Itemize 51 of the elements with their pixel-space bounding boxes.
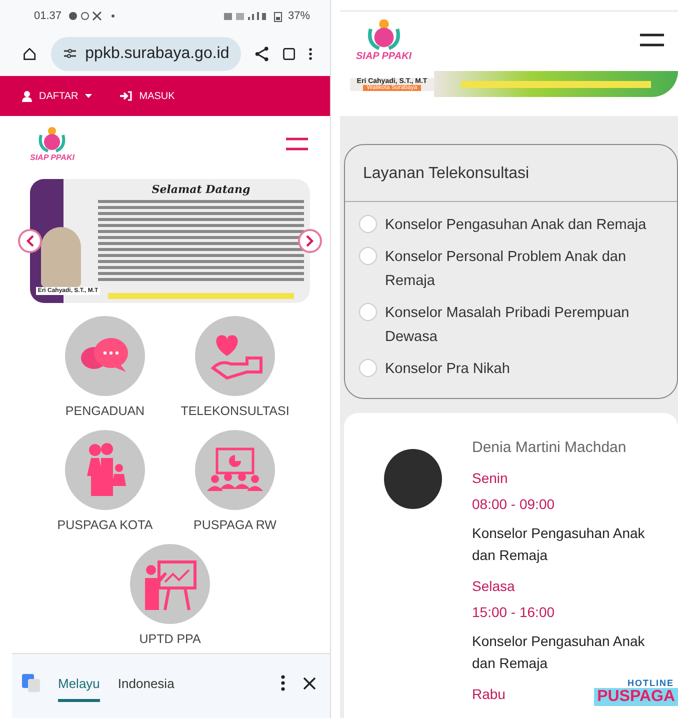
schedule-service: Konselor Pengasuhan Anak dan Remaja xyxy=(472,632,646,673)
signal-icon xyxy=(224,11,268,21)
address-bar[interactable]: ppkb.surabaya.go.id xyxy=(51,37,242,71)
close-icon[interactable] xyxy=(303,676,316,690)
nav-link[interactable]: MASUK xyxy=(120,90,175,102)
service-tile[interactable]: TELEKONSULTASI xyxy=(170,316,300,418)
more-icon[interactable] xyxy=(308,46,312,62)
menu-icon[interactable] xyxy=(640,33,664,47)
chevron-right-icon xyxy=(306,235,314,247)
battery-level: 37% xyxy=(288,10,310,22)
option-label[interactable]: Konselor Masalah Pribadi Perempuan Dewasa xyxy=(385,301,663,349)
service-tile[interactable]: PUSPAGA RW xyxy=(170,430,300,532)
counselor-name: Denia Martini Machdan xyxy=(472,439,628,456)
schedule-day: Senin xyxy=(472,470,508,486)
share-icon[interactable] xyxy=(255,44,269,64)
tabs-icon[interactable] xyxy=(282,46,295,62)
next-button[interactable] xyxy=(298,229,322,253)
checkbox[interactable] xyxy=(359,215,377,233)
user-icon xyxy=(22,90,32,102)
caret-icon xyxy=(85,94,92,98)
logo[interactable]: SIAP PPAKI xyxy=(356,18,412,62)
schedule-time: 15:00 - 16:00 xyxy=(472,604,555,620)
logo[interactable]: SIAP PPAKI xyxy=(30,126,74,162)
schedule-day: Rabu xyxy=(472,686,506,702)
login-icon xyxy=(120,91,132,101)
schedule-service: Konselor Pengasuhan Anak dan Remaja xyxy=(472,524,646,565)
service-tile[interactable]: PUSPAGA KOTA xyxy=(40,430,170,532)
service-tile[interactable]: PENGADUAN xyxy=(40,316,170,418)
translate-icon[interactable] xyxy=(22,674,40,692)
status-time: 01.37 xyxy=(34,10,62,22)
photo-placeholder xyxy=(41,227,81,287)
hotline-badge[interactable]: HOTLINE PUSPAGA xyxy=(594,678,678,706)
more-icon[interactable] xyxy=(281,675,285,691)
option-label[interactable]: Konselor Pengasuhan Anak dan Remaja xyxy=(385,213,646,237)
checkbox[interactable] xyxy=(359,359,377,377)
battery-icon xyxy=(274,10,282,22)
checkbox[interactable] xyxy=(359,247,377,265)
nav-link[interactable]: DAFTAR xyxy=(22,90,92,102)
chevron-left-icon xyxy=(26,235,34,247)
option-label[interactable]: Konselor Personal Problem Anak dan Remaja xyxy=(385,245,663,293)
previous-button[interactable] xyxy=(18,229,42,253)
panel-title: Layanan Telekonsultasi xyxy=(345,145,677,202)
service-tile[interactable]: UPTD PPA xyxy=(40,544,300,646)
option-label[interactable]: Konselor Pra Nikah xyxy=(385,357,510,381)
schedule-time: 08:00 - 09:00 xyxy=(472,496,555,512)
schedule-day: Selasa xyxy=(472,578,515,594)
checkbox[interactable] xyxy=(359,303,377,321)
language-tab[interactable]: Melayu xyxy=(58,664,100,702)
language-tab[interactable]: Indonesia xyxy=(118,664,174,702)
banner-title: Selamat Datang xyxy=(152,183,250,196)
audience-icon xyxy=(207,447,263,493)
